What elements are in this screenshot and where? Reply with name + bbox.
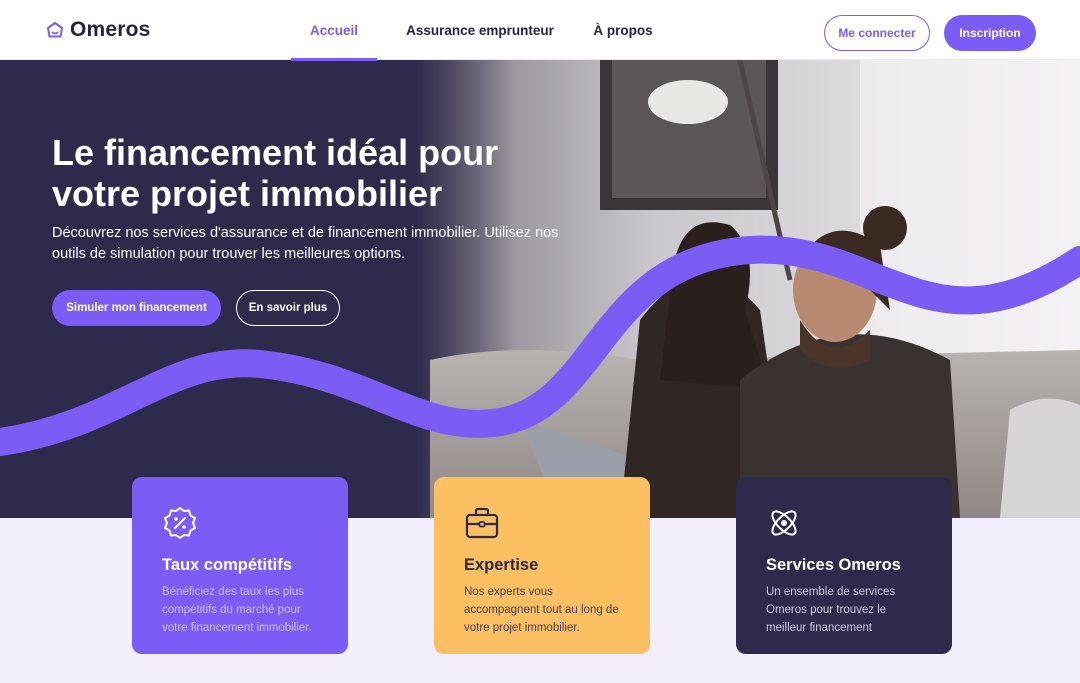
- percent-badge-icon: [164, 507, 196, 539]
- signup-button[interactable]: Inscription: [944, 15, 1036, 51]
- site-header: Omeros Accueil Assurance emprunteur À pr…: [0, 0, 1080, 61]
- house-logo-icon: [47, 22, 63, 38]
- hero-title: Le financement idéal pour votre projet i…: [52, 132, 499, 214]
- feature-card-services: Services Omeros Un ensemble de services …: [736, 477, 952, 654]
- atom-icon: [771, 510, 797, 536]
- briefcase-icon: [465, 507, 499, 539]
- nav-item-a-propos[interactable]: À propos: [583, 0, 663, 60]
- login-button[interactable]: Me connecter: [824, 15, 930, 51]
- nav-item-assurance-emprunteur[interactable]: Assurance emprunteur: [377, 0, 583, 60]
- hero-section: Le financement idéal pour votre projet i…: [0, 60, 1080, 518]
- feature-text: Bénéficiez des taux les plus compétitifs…: [162, 586, 312, 634]
- learn-more-button[interactable]: En savoir plus: [236, 290, 340, 326]
- logo[interactable]: Omeros: [46, 18, 151, 42]
- main-nav: Accueil Assurance emprunteur À propos: [291, 0, 663, 61]
- hero-subtitle: Découvrez nos services d'assurance et de…: [52, 225, 559, 262]
- nav-item-accueil[interactable]: Accueil: [291, 0, 377, 61]
- simulate-financing-button[interactable]: Simuler mon financement: [52, 290, 221, 326]
- hero-photo: [0, 60, 1080, 518]
- feature-text: Nos experts vous accompagnent tout au lo…: [464, 586, 619, 634]
- feature-title: Services Omeros: [766, 556, 901, 574]
- feature-text: Un ensemble de services Omeros pour trou…: [766, 586, 896, 634]
- feature-title: Expertise: [464, 556, 539, 574]
- feature-card-expertise: Expertise Nos experts vous accompagnent …: [434, 477, 650, 654]
- feature-title: Taux compétitifs: [162, 556, 292, 574]
- feature-card-rates: Taux compétitifs Bénéficiez des taux les…: [132, 477, 348, 654]
- brand-name: Omeros: [70, 18, 151, 41]
